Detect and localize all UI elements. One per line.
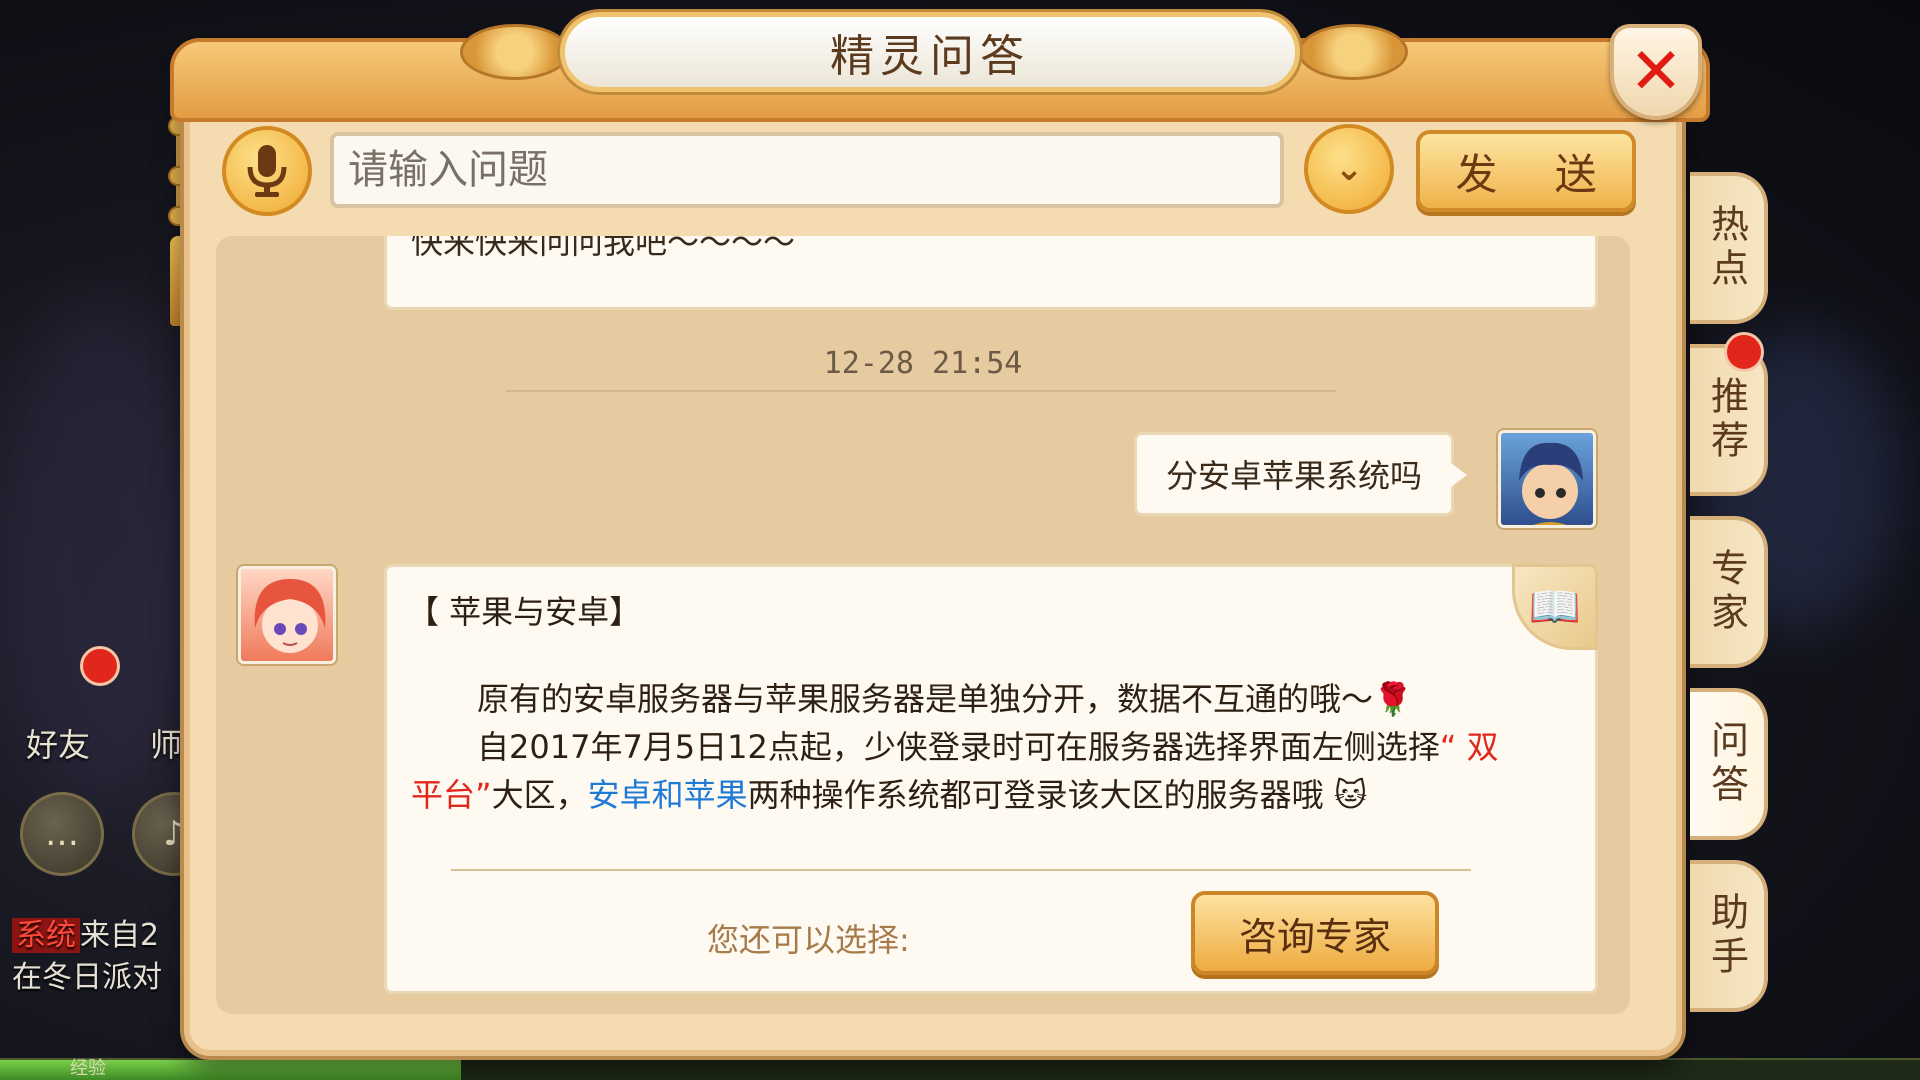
left-hud: 好友 师 … ♪ 系统 来自2 在冬日派对 (0, 620, 216, 1080)
close-button[interactable]: ✕ (1610, 24, 1702, 120)
previous-message-text: 快来快来问问我吧～～～～ (411, 236, 796, 261)
timestamp-divider (506, 390, 1336, 392)
system-tag: 系统 (12, 918, 80, 953)
exp-bar (0, 1058, 1920, 1080)
book-icon[interactable]: 📖 (1512, 564, 1598, 650)
answer-bubble: 📖 【 苹果与安卓】 原有的安卓服务器与苹果服务器是单独分开，数据不互通的哦～🌹… (384, 564, 1598, 994)
rose-icon: 🌹 (1373, 680, 1413, 718)
previous-bot-message: 快来快来问问我吧～～～～ (384, 236, 1598, 310)
history-dropdown-button[interactable]: ⌄ (1304, 124, 1394, 214)
microphone-button[interactable] (222, 126, 312, 216)
answer-body: 原有的安卓服务器与苹果服务器是单独分开，数据不互通的哦～🌹 自2017年7月5日… (411, 675, 1521, 819)
exp-label: 经验 (70, 1058, 106, 1079)
user-message-bubble: 分安卓苹果系统吗 (1134, 432, 1467, 516)
friends-label[interactable]: 好友 (26, 720, 90, 766)
question-input[interactable] (330, 132, 1284, 208)
chat-line-2: 在冬日派对 (12, 960, 162, 995)
right-scroll-ornament (1298, 24, 1408, 80)
microphone-icon (247, 145, 287, 197)
user-avatar (1498, 430, 1596, 528)
spirit-avatar (238, 566, 336, 664)
tab-qa[interactable]: 问答 (1690, 688, 1768, 840)
chat-bubble-icon[interactable]: … (20, 792, 104, 876)
message-timestamp: 12-28 21:54 (823, 346, 1023, 381)
consult-expert-button[interactable]: 咨询专家 (1191, 891, 1439, 975)
friends-notification-dot (80, 646, 120, 686)
answer-title: 【 苹果与安卓】 (407, 593, 642, 631)
user-message-text: 分安卓苹果系统吗 (1165, 457, 1422, 495)
recommend-notification-dot (1724, 332, 1764, 372)
left-scroll-ornament (460, 24, 570, 80)
choose-prompt: 您还可以选择: (707, 921, 910, 959)
dialog-title: 精灵问答 (560, 12, 1300, 92)
answer-divider (451, 869, 1471, 871)
android-ios-link[interactable]: 安卓和苹果 (588, 776, 748, 814)
tab-assistant[interactable]: 助手 (1690, 860, 1768, 1012)
send-button[interactable]: 发 送 (1416, 130, 1636, 212)
answer-line-1: 原有的安卓服务器与苹果服务器是单独分开，数据不互通的哦～🌹 (477, 680, 1413, 718)
chat-line1-text: 来自2 (80, 918, 160, 953)
master-label[interactable]: 师 (150, 720, 182, 766)
tab-expert[interactable]: 专家 (1690, 516, 1768, 668)
chevron-down-icon: ⌄ (1334, 149, 1364, 189)
emoticon-icon: 🐱 (1323, 776, 1368, 814)
tab-hot[interactable]: 热点 (1690, 172, 1768, 324)
answer-line-2: 自2017年7月5日12点起，少侠登录时可在服务器选择界面左侧选择“ 双平台”大… (411, 728, 1499, 814)
chat-area[interactable]: 快来快来问问我吧～～～～ 12-28 21:54 分安卓苹果系统吗 📖 【 苹果… (216, 236, 1630, 1014)
system-chat-line: 系统 来自2 (12, 910, 159, 954)
